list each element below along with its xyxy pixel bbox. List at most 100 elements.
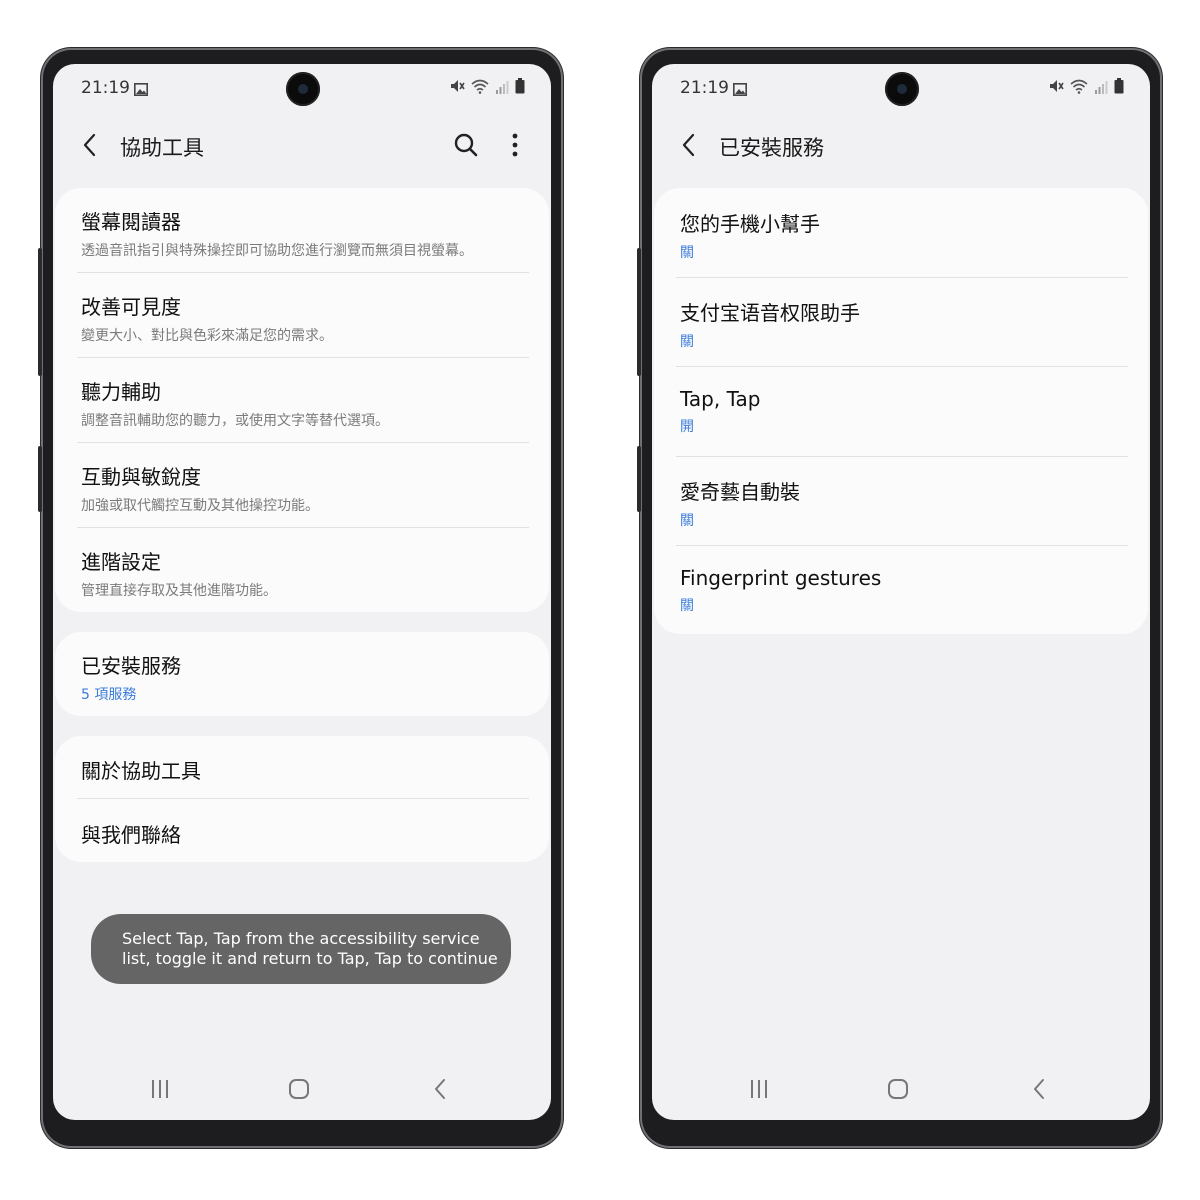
toast-message: Select Tap, Tap from the accessibility s… <box>91 914 511 984</box>
status-icons <box>1048 78 1124 98</box>
settings-card-main: 螢幕閱讀器 透過音訊指引與特殊操控即可協助您進行瀏覽而無須目視螢幕。 改善可見度… <box>55 188 549 612</box>
gallery-icon <box>733 81 747 100</box>
status-bar: 21:19 <box>53 64 551 112</box>
item-subtitle: 調整音訊輔助您的聽力，或使用文字等替代選項。 <box>81 413 389 429</box>
divider <box>676 545 1128 546</box>
service-name: 愛奇藝自動裝 <box>680 480 800 504</box>
nav-back-icon <box>1034 1079 1044 1099</box>
recents-button[interactable] <box>145 1076 175 1102</box>
list-item-interaction[interactable]: 互動與敏銳度 加強或取代觸控互動及其他操控功能。 <box>81 461 529 515</box>
battery-icon <box>1114 78 1124 98</box>
home-button[interactable] <box>883 1076 913 1102</box>
nav-back-button[interactable] <box>425 1076 455 1102</box>
list-item-installed-services[interactable]: 已安裝服務 5 項服務 <box>81 650 529 704</box>
wifi-icon <box>1070 78 1088 98</box>
status-time: 21:19 <box>680 78 729 98</box>
nav-back-button[interactable] <box>1024 1076 1054 1102</box>
item-title: 關於協助工具 <box>81 759 201 783</box>
side-key <box>637 446 641 512</box>
app-bar: 已安裝服務 <box>652 120 1150 180</box>
front-camera <box>286 72 320 106</box>
divider <box>77 272 529 273</box>
service-item-fingerprint-gestures[interactable]: Fingerprint gestures 關 <box>680 566 1128 615</box>
item-subtitle: 5 項服務 <box>81 687 137 703</box>
service-state: 關 <box>680 598 694 614</box>
screen-accessibility: 21:19 協助工具 螢幕閱讀器 透過音訊指引與特殊操控即可協助您進行瀏覽而無須… <box>53 64 551 1120</box>
search-icon <box>454 133 478 157</box>
settings-card-about: 關於協助工具 與我們聯絡 <box>55 736 549 862</box>
list-item-contact[interactable]: 與我們聯絡 <box>81 819 529 848</box>
settings-card-installed: 已安裝服務 5 項服務 <box>55 632 549 716</box>
list-item-screen-reader[interactable]: 螢幕閱讀器 透過音訊指引與特殊操控即可協助您進行瀏覽而無須目視螢幕。 <box>81 206 529 260</box>
service-state: 開 <box>680 419 694 435</box>
signal-icon <box>1094 79 1108 98</box>
item-title: 與我們聯絡 <box>81 823 181 847</box>
nav-back-icon <box>435 1079 445 1099</box>
item-subtitle: 加強或取代觸控互動及其他操控功能。 <box>81 498 319 514</box>
status-icons <box>449 78 525 98</box>
home-button[interactable] <box>284 1076 314 1102</box>
item-title: 已安裝服務 <box>81 654 181 678</box>
home-icon <box>289 1079 309 1099</box>
service-name: 您的手機小幫手 <box>680 212 820 236</box>
volume-button <box>637 248 641 376</box>
status-time: 21:19 <box>81 78 130 98</box>
item-title: 聽力輔助 <box>81 380 161 404</box>
recents-icon <box>152 1080 168 1098</box>
divider <box>676 277 1128 278</box>
divider <box>676 456 1128 457</box>
screen-installed-services: 21:19 已安裝服務 您的手機小幫手 關 支付宝语音权限助手 關 Tap, T… <box>652 64 1150 1120</box>
item-title: 互動與敏銳度 <box>81 465 201 489</box>
list-item-hearing[interactable]: 聽力輔助 調整音訊輔助您的聽力，或使用文字等替代選項。 <box>81 376 529 430</box>
search-button[interactable] <box>451 130 481 160</box>
item-title: 進階設定 <box>81 550 161 574</box>
side-key <box>38 446 42 512</box>
service-name: Fingerprint gestures <box>680 566 882 590</box>
gallery-icon <box>134 81 148 100</box>
page-title: 協助工具 <box>120 136 204 160</box>
back-arrow-icon <box>83 133 96 157</box>
item-title: 螢幕閱讀器 <box>81 210 181 234</box>
battery-icon <box>515 78 525 98</box>
item-subtitle: 管理直接存取及其他進階功能。 <box>81 583 277 599</box>
front-camera <box>885 72 919 106</box>
list-item-about[interactable]: 關於協助工具 <box>81 755 529 784</box>
divider <box>77 357 529 358</box>
toast-line: Select Tap, Tap from the accessibility s… <box>122 929 480 948</box>
mute-icon <box>1048 78 1064 98</box>
service-state: 關 <box>680 513 694 529</box>
list-item-advanced[interactable]: 進階設定 管理直接存取及其他進階功能。 <box>81 546 529 600</box>
more-vert-icon <box>512 133 518 157</box>
nav-bar <box>53 1060 551 1120</box>
item-subtitle: 變更大小、對比與色彩來滿足您的需求。 <box>81 328 333 344</box>
home-icon <box>888 1079 908 1099</box>
divider <box>77 798 529 799</box>
more-options-button[interactable] <box>503 130 527 160</box>
divider <box>77 527 529 528</box>
item-subtitle: 透過音訊指引與特殊操控即可協助您進行瀏覽而無須目視螢幕。 <box>81 243 473 259</box>
mute-icon <box>449 78 465 98</box>
service-item-alipay-voice[interactable]: 支付宝语音权限助手 關 <box>680 297 1128 351</box>
status-bar: 21:19 <box>652 64 1150 112</box>
item-title: 改善可見度 <box>81 295 181 319</box>
back-button[interactable] <box>75 130 105 160</box>
phone-right: 21:19 已安裝服務 您的手機小幫手 關 支付宝语音权限助手 關 Tap, T… <box>637 48 1162 1148</box>
service-name: Tap, Tap <box>680 387 761 411</box>
toast-line: list, toggle it and return to Tap, Tap t… <box>122 949 498 968</box>
recents-icon <box>751 1080 767 1098</box>
service-item-iqiyi[interactable]: 愛奇藝自動裝 關 <box>680 476 1128 530</box>
divider <box>676 366 1128 367</box>
back-arrow-icon <box>682 133 695 157</box>
service-item-tap-tap[interactable]: Tap, Tap 開 <box>680 387 1128 436</box>
page-title: 已安裝服務 <box>719 136 824 160</box>
phone-left: 21:19 協助工具 螢幕閱讀器 透過音訊指引與特殊操控即可協助您進行瀏覽而無須… <box>38 48 563 1148</box>
volume-button <box>38 248 42 376</box>
nav-bar <box>652 1060 1150 1120</box>
service-state: 關 <box>680 245 694 261</box>
list-item-visibility[interactable]: 改善可見度 變更大小、對比與色彩來滿足您的需求。 <box>81 291 529 345</box>
back-button[interactable] <box>674 130 704 160</box>
services-card: 您的手機小幫手 關 支付宝语音权限助手 關 Tap, Tap 開 愛奇藝自動裝 … <box>654 188 1148 634</box>
service-item-phone-helper[interactable]: 您的手機小幫手 關 <box>680 208 1128 262</box>
service-name: 支付宝语音权限助手 <box>680 301 860 325</box>
recents-button[interactable] <box>744 1076 774 1102</box>
